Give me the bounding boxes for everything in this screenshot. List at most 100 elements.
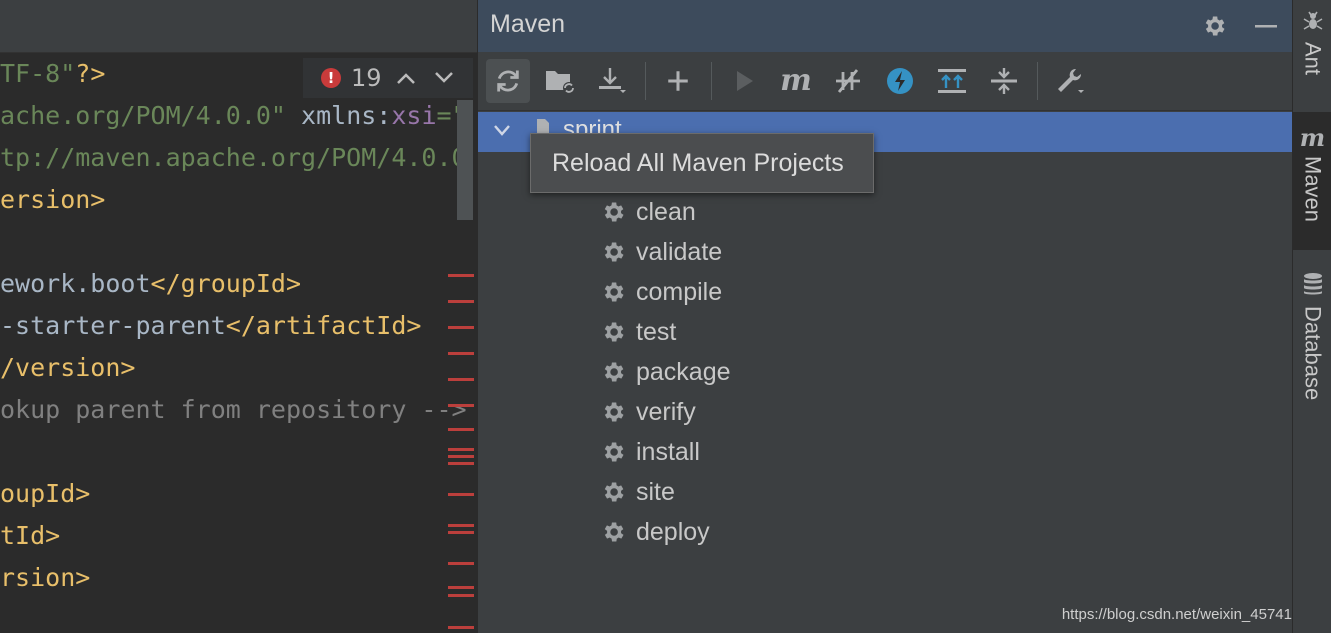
code-token: okup parent from repository --> xyxy=(0,395,467,424)
code-token: tId> xyxy=(0,521,61,550)
lifecycle-goal-verify[interactable]: verify xyxy=(600,392,696,432)
code-token: xmlns: xyxy=(285,101,392,130)
inspection-widget[interactable]: ! 19 xyxy=(303,58,473,98)
side-tab-database[interactable]: Database xyxy=(1293,272,1331,412)
gear-icon xyxy=(600,279,626,305)
generate-sources-icon[interactable] xyxy=(538,59,582,103)
gear-icon[interactable] xyxy=(1198,10,1230,42)
collapse-all-icon[interactable] xyxy=(982,59,1026,103)
side-tab-maven[interactable]: m Maven xyxy=(1293,112,1331,250)
lifecycle-goal-compile[interactable]: compile xyxy=(600,272,722,312)
toolbar-separator xyxy=(711,62,712,100)
lifecycle-goal-package[interactable]: package xyxy=(600,352,731,392)
side-tab-maven-label: Maven xyxy=(1300,156,1326,223)
code-line[interactable]: okup parent from repository --> xyxy=(0,389,467,431)
settings-wrench-icon[interactable] xyxy=(1048,59,1092,103)
code-token: rsion> xyxy=(0,563,91,592)
error-count: 19 xyxy=(351,64,382,92)
ant-icon xyxy=(1302,10,1324,36)
database-icon xyxy=(1302,272,1324,300)
code-token: ework.boot xyxy=(0,269,151,298)
error-icon: ! xyxy=(321,68,341,88)
skip-tests-icon[interactable] xyxy=(878,59,922,103)
code-token: -starter-parent xyxy=(0,311,226,340)
maven-m-icon[interactable]: m xyxy=(774,59,818,103)
gear-icon xyxy=(600,319,626,345)
error-stripe-mark[interactable] xyxy=(448,448,474,451)
toggle-offline-icon[interactable] xyxy=(826,59,870,103)
reload-icon[interactable] xyxy=(486,59,530,103)
code-token: TF-8" xyxy=(0,59,76,88)
next-error-icon[interactable] xyxy=(430,64,458,92)
tooltip: Reload All Maven Projects xyxy=(530,133,874,193)
code-editor[interactable]: TF-8"?> ache.org/POM/4.0.0" xmlns:xsi=" tp… xyxy=(0,0,477,633)
lifecycle-goal-label: site xyxy=(636,477,675,506)
code-line[interactable]: rsion> xyxy=(0,557,90,599)
run-icon[interactable] xyxy=(722,59,766,103)
editor-tab-bar xyxy=(0,0,477,53)
lifecycle-goal-clean[interactable]: clean xyxy=(600,192,696,232)
error-stripe-mark[interactable] xyxy=(448,455,474,458)
code-token: xsi xyxy=(391,101,437,130)
error-stripe-mark[interactable] xyxy=(448,462,474,465)
code-line[interactable]: ework.boot</groupId> xyxy=(0,263,301,305)
error-stripe-mark[interactable] xyxy=(448,428,474,431)
error-stripe-mark[interactable] xyxy=(448,378,474,381)
error-stripe-mark[interactable] xyxy=(448,626,474,629)
add-icon[interactable] xyxy=(656,59,700,103)
error-stripe-mark[interactable] xyxy=(448,562,474,565)
right-tool-strip: Ant m Maven Database xyxy=(1292,0,1331,633)
side-tab-ant[interactable]: Ant xyxy=(1293,10,1331,90)
error-stripe-mark[interactable] xyxy=(448,531,474,534)
download-icon[interactable] xyxy=(590,59,634,103)
code-line[interactable]: /version> xyxy=(0,347,135,389)
side-tab-database-label: Database xyxy=(1300,306,1326,401)
error-stripe-mark[interactable] xyxy=(448,594,474,597)
error-stripe-mark[interactable] xyxy=(448,586,474,589)
gear-icon xyxy=(600,439,626,465)
lifecycle-goal-install[interactable]: install xyxy=(600,432,700,472)
code-line[interactable]: tp://maven.apache.org/POM/4.0.0 xyxy=(0,137,467,179)
code-line[interactable]: ache.org/POM/4.0.0" xmlns:xsi=" xyxy=(0,95,467,137)
code-token: </artifactId> xyxy=(225,311,422,340)
code-line[interactable]: tId> xyxy=(0,515,60,557)
maven-m-icon: m xyxy=(1299,123,1326,152)
code-token: tp://maven.apache.org/POM/4.0.0 xyxy=(0,143,467,172)
lifecycle-goal-label: deploy xyxy=(636,517,710,546)
gear-icon xyxy=(600,399,626,425)
error-stripe-mark[interactable] xyxy=(448,300,474,303)
show-dependencies-icon[interactable] xyxy=(930,59,974,103)
error-stripe-mark[interactable] xyxy=(448,404,474,407)
watermark: https://blog.csdn.net/weixin_45741835 xyxy=(1061,606,1317,623)
gear-icon xyxy=(600,359,626,385)
error-stripe-mark[interactable] xyxy=(448,524,474,527)
editor-scrollbar[interactable] xyxy=(457,100,473,220)
error-stripe-mark[interactable] xyxy=(448,274,474,277)
lifecycle-goal-deploy[interactable]: deploy xyxy=(600,512,710,552)
minimize-icon[interactable] xyxy=(1250,10,1282,42)
lifecycle-goal-label: compile xyxy=(636,277,723,306)
gear-icon xyxy=(600,199,626,225)
toolbar-separator xyxy=(1037,62,1038,100)
lifecycle-goal-site[interactable]: site xyxy=(600,472,675,512)
code-line[interactable]: -starter-parent</artifactId> xyxy=(0,305,421,347)
maven-header: Maven xyxy=(478,0,1293,52)
code-line[interactable]: oupId> xyxy=(0,473,90,515)
lifecycle-goal-label: clean xyxy=(636,197,696,226)
code-token: /version> xyxy=(0,353,136,382)
error-stripe-mark[interactable] xyxy=(448,493,474,496)
lifecycle-goal-label: package xyxy=(636,357,731,386)
maven-toolbar: m xyxy=(478,52,1293,111)
toolbar-separator xyxy=(645,62,646,100)
chevron-down-icon[interactable] xyxy=(492,120,512,144)
lifecycle-goal-label: validate xyxy=(636,237,723,266)
previous-error-icon[interactable] xyxy=(392,64,420,92)
maven-title: Maven xyxy=(490,10,566,38)
code-line[interactable]: TF-8"?> xyxy=(0,53,105,95)
error-stripe-mark[interactable] xyxy=(448,352,474,355)
lifecycle-goal-test[interactable]: test xyxy=(600,312,676,352)
code-token: ersion> xyxy=(0,185,106,214)
lifecycle-goal-validate[interactable]: validate xyxy=(600,232,722,272)
error-stripe-mark[interactable] xyxy=(448,326,474,329)
code-line[interactable]: ersion> xyxy=(0,179,105,221)
